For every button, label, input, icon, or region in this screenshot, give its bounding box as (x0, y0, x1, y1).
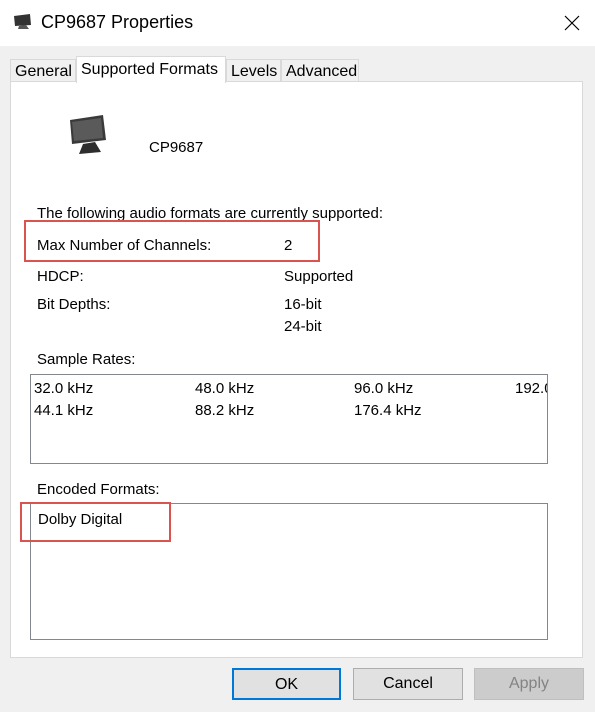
list-item: 48.0 kHz (195, 380, 255, 397)
list-item: 176.4 kHz (354, 402, 422, 419)
list-item: 88.2 kHz (195, 402, 255, 419)
monitor-icon (13, 14, 33, 30)
list-item: 96.0 kHz (354, 380, 414, 397)
monitor-icon (69, 114, 111, 156)
tab-general[interactable]: General (10, 59, 76, 82)
list-item: 192.0 kHz (515, 380, 547, 397)
supported-formats-panel: CP9687 The following audio formats are c… (10, 81, 583, 658)
max-channels-value: 2 (284, 237, 293, 254)
close-button[interactable] (549, 0, 595, 46)
tab-levels[interactable]: Levels (226, 59, 281, 82)
max-channels-label: Max Number of Channels: (37, 237, 212, 254)
list-item: 32.0 kHz (34, 380, 94, 397)
properties-window: CP9687 Properties General Supported Form… (0, 0, 595, 712)
list-item: Dolby Digital (38, 511, 123, 528)
apply-button[interactable]: Apply (474, 668, 584, 700)
ok-button[interactable]: OK (232, 668, 341, 700)
tab-supported-formats[interactable]: Supported Formats (76, 56, 226, 83)
bit-depths-label: Bit Depths: (37, 296, 111, 313)
encoded-formats-label: Encoded Formats: (37, 481, 160, 498)
close-icon (564, 15, 580, 31)
cancel-button[interactable]: Cancel (353, 668, 463, 700)
bit-depth-value: 24-bit (284, 318, 322, 335)
title-bar: CP9687 Properties (0, 0, 595, 46)
device-name: CP9687 (149, 139, 204, 156)
window-title: CP9687 Properties (41, 12, 194, 32)
hdcp-value: Supported (284, 268, 354, 285)
formats-intro: The following audio formats are currentl… (37, 205, 384, 222)
sample-rates-list[interactable]: 32.0 kHz 48.0 kHz 96.0 kHz 192.0 kHz 44.… (30, 374, 548, 464)
bit-depth-value: 16-bit (284, 296, 322, 313)
list-item: 44.1 kHz (34, 402, 94, 419)
encoded-formats-list[interactable]: Dolby Digital (30, 503, 548, 640)
sample-rates-label: Sample Rates: (37, 351, 136, 368)
hdcp-label: HDCP: (37, 268, 84, 285)
tab-advanced[interactable]: Advanced (281, 59, 359, 82)
